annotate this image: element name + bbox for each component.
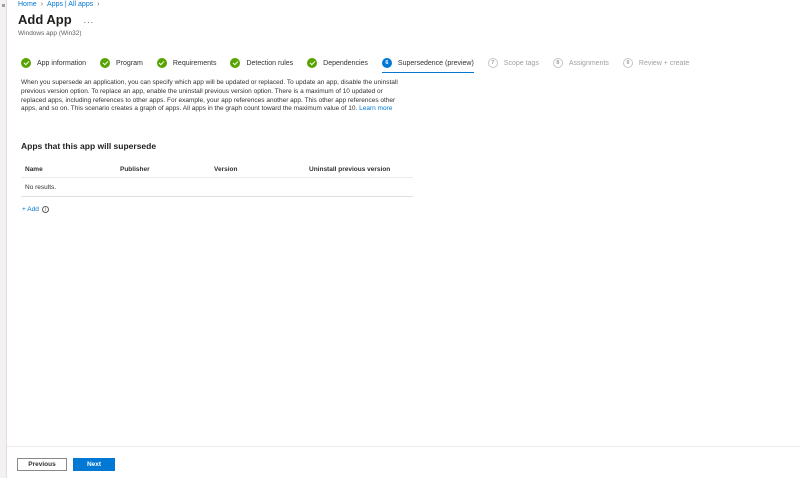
step-program[interactable]: Program (100, 56, 143, 70)
checkmark-icon (230, 58, 241, 68)
description-text: When you supersede an application, you c… (21, 79, 398, 113)
wizard-steps: App information Program Requirements Det… (21, 56, 703, 73)
step-label: Supersedence (preview) (397, 59, 474, 67)
step-label: Detection rules (246, 59, 294, 67)
table-row: No results. (21, 178, 413, 197)
supersedence-description: When you supersede an application, you c… (21, 79, 401, 114)
left-rail (0, 0, 7, 478)
step-supersedence[interactable]: 6 Supersedence (preview) (381, 56, 474, 73)
rail-marker (2, 4, 5, 7)
column-header-name: Name (25, 165, 43, 173)
checkmark-icon (307, 58, 318, 68)
step-number-badge: 8 (552, 58, 563, 68)
breadcrumb-home[interactable]: Home (18, 1, 37, 8)
step-app-information[interactable]: App information (21, 56, 86, 70)
title-row: Add App ... (18, 12, 94, 27)
step-dependencies[interactable]: Dependencies (307, 56, 368, 70)
step-review-create: 9 Review + create (622, 56, 690, 70)
supersede-table: Name Publisher Version Uninstall previou… (21, 161, 413, 197)
learn-more-link[interactable]: Learn more (359, 105, 392, 112)
more-options-icon[interactable]: ... (84, 15, 95, 25)
step-scope-tags: 7 Scope tags (487, 56, 539, 70)
column-header-version: Version (214, 165, 238, 173)
breadcrumb: Home › Apps | All apps › (18, 0, 100, 8)
step-number-badge: 6 (381, 58, 392, 68)
step-number-badge: 7 (487, 58, 498, 68)
next-button[interactable]: Next (73, 458, 115, 471)
step-number-badge: 9 (622, 58, 633, 68)
table-header: Name Publisher Version Uninstall previou… (21, 161, 413, 178)
checkmark-icon (100, 58, 111, 68)
add-button[interactable]: + Add i (22, 206, 49, 213)
step-label: Dependencies (323, 59, 368, 67)
step-label: App information (37, 59, 87, 67)
step-label: Assignments (568, 59, 609, 67)
previous-button[interactable]: Previous (17, 458, 67, 471)
page-title: Add App (18, 12, 72, 27)
checkmark-icon (21, 58, 31, 68)
breadcrumb-apps[interactable]: Apps | All apps (47, 1, 93, 8)
info-icon[interactable]: i (41, 206, 49, 213)
empty-results-text: No results. (25, 183, 57, 191)
page-subtitle: Windows app (Win32) (18, 30, 82, 37)
step-label: Review + create (638, 59, 690, 67)
step-label: Scope tags (503, 59, 539, 67)
step-label: Requirements (172, 59, 217, 67)
section-title: Apps that this app will supersede (21, 141, 157, 151)
footer-bar: Previous Next (7, 446, 800, 478)
add-label: + Add (22, 206, 39, 213)
main-content: Home › Apps | All apps › Add App ... Win… (7, 0, 800, 478)
checkmark-icon (156, 58, 167, 68)
step-requirements[interactable]: Requirements (156, 56, 217, 70)
step-assignments: 8 Assignments (552, 56, 609, 70)
step-label: Program (116, 59, 143, 67)
chevron-right-icon: › (97, 0, 100, 8)
chevron-right-icon: › (40, 0, 44, 8)
column-header-publisher: Publisher (120, 165, 150, 173)
step-detection-rules[interactable]: Detection rules (230, 56, 293, 70)
column-header-uninstall: Uninstall previous version (309, 165, 391, 173)
